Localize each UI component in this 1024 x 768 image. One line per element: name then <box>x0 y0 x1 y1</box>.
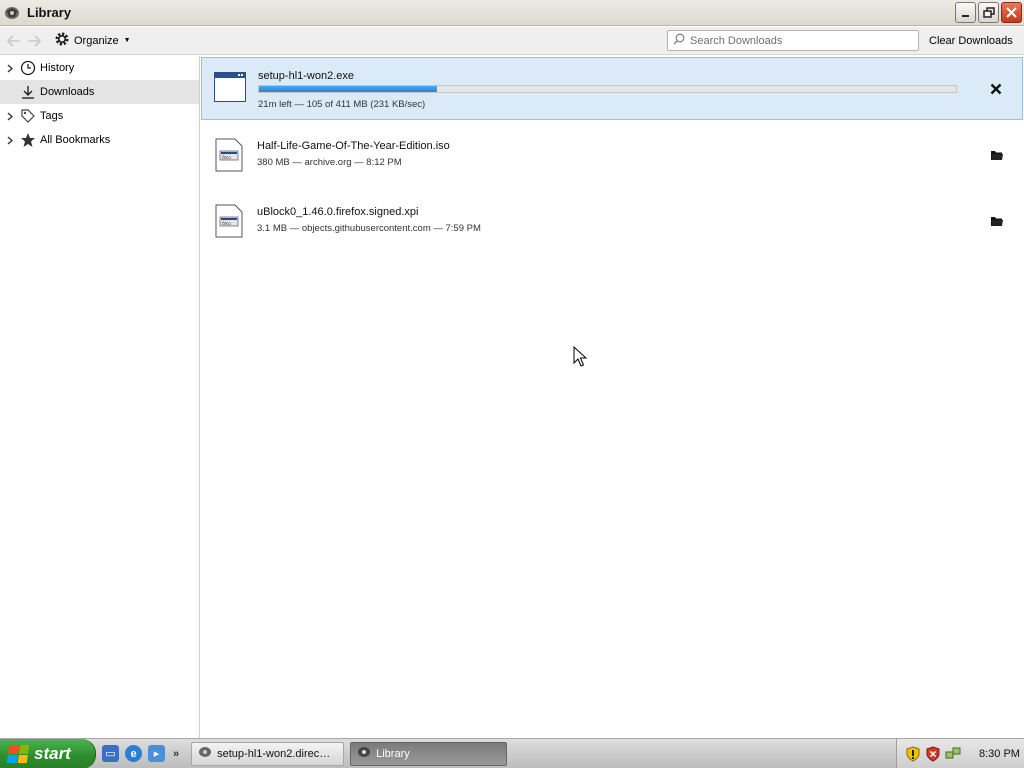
library-app-icon <box>357 745 371 762</box>
media-player-icon[interactable]: ▸ <box>148 745 165 762</box>
library-app-icon <box>3 4 21 22</box>
svg-text:ŏx⌂: ŏx⌂ <box>222 154 231 161</box>
expand-chevron-icon[interactable] <box>4 135 16 145</box>
download-status: 3.1 MB — objects.githubusercontent.com —… <box>257 223 481 234</box>
chevron-right-icon[interactable]: » <box>173 748 179 760</box>
download-filename: setup-hl1-won2.exe <box>258 70 355 82</box>
download-row[interactable]: ŏx⌂ Half-Life-Game-Of-The-Year-Edition.i… <box>201 122 1023 186</box>
gear-icon <box>54 31 70 50</box>
download-status: 380 MB — archive.org — 8:12 PM <box>257 157 402 168</box>
close-button[interactable] <box>1001 2 1022 23</box>
tag-icon <box>19 107 37 125</box>
sidebar-item-downloads[interactable]: Downloads <box>0 80 199 104</box>
downloads-list: setup-hl1-won2.exe 21m left — 105 of 411… <box>201 56 1024 738</box>
restore-button[interactable] <box>978 2 999 23</box>
clock: 8:30 PM <box>979 748 1020 760</box>
toolbar: Organize ▼ Clear Downloads <box>0 27 1024 55</box>
clear-downloads-button[interactable]: Clear Downloads <box>922 30 1020 51</box>
download-filename: Half-Life-Game-Of-The-Year-Edition.iso <box>257 140 450 152</box>
back-button[interactable] <box>4 31 24 51</box>
forward-button[interactable] <box>24 31 44 51</box>
show-desktop-icon[interactable]: ▭ <box>102 745 119 762</box>
window-title: Library <box>27 5 72 20</box>
security-alert-icon[interactable] <box>925 746 941 762</box>
clock-icon <box>19 59 37 77</box>
sidebar-item-history[interactable]: History <box>0 56 199 80</box>
taskbar-item-label: setup-hl1-won2.direc… <box>217 747 331 760</box>
folder-icon[interactable] <box>989 147 1005 163</box>
minimize-button[interactable] <box>955 2 976 23</box>
sidebar-item-label: Downloads <box>40 86 95 98</box>
taskbar-item-label: Library <box>376 747 410 760</box>
organize-label: Organize <box>74 34 119 47</box>
download-arrow-icon <box>19 83 37 101</box>
search-downloads-box[interactable] <box>667 30 919 51</box>
mouse-pointer-icon <box>573 345 588 371</box>
search-icon <box>673 33 685 48</box>
start-label: start <box>34 743 71 763</box>
folder-icon[interactable] <box>989 213 1005 229</box>
installer-app-icon <box>198 745 212 762</box>
sidebar-item-all-bookmarks[interactable]: All Bookmarks <box>0 128 199 152</box>
sidebar-item-tags[interactable]: Tags <box>0 104 199 128</box>
svg-text:ŏx⌂: ŏx⌂ <box>222 220 231 227</box>
executable-file-icon <box>214 72 246 105</box>
organize-menu-button[interactable]: Organize ▼ <box>54 31 131 50</box>
download-status: 21m left — 105 of 411 MB (231 KB/sec) <box>258 99 426 110</box>
library-sidebar: History Downloads Tags All Bookmarks <box>0 56 200 738</box>
search-input[interactable] <box>690 34 910 47</box>
taskbar: start ▭ e ▸ » setup-hl1-won2.direc… Libr… <box>0 738 1024 768</box>
sidebar-item-label: All Bookmarks <box>40 134 111 146</box>
title-bar[interactable]: Library <box>0 0 1024 26</box>
taskbar-item[interactable]: setup-hl1-won2.direc… <box>191 741 345 766</box>
security-shield-icon[interactable] <box>905 746 921 762</box>
internet-explorer-icon[interactable]: e <box>125 745 142 762</box>
windows-logo-icon <box>6 744 30 763</box>
dropdown-caret-icon: ▼ <box>123 37 131 44</box>
network-icon[interactable] <box>945 746 961 762</box>
quick-launch: ▭ e ▸ » <box>102 745 185 762</box>
progress-fill <box>259 86 437 92</box>
download-row[interactable]: ŏx⌂ uBlock0_1.46.0.firefox.signed.xpi 3.… <box>201 188 1023 252</box>
expand-chevron-icon[interactable] <box>4 63 16 73</box>
disc-image-file-icon: ŏx⌂ <box>215 138 243 175</box>
expand-chevron-icon[interactable] <box>4 111 16 121</box>
sidebar-item-label: History <box>40 62 75 74</box>
download-progress-bar <box>258 85 957 93</box>
start-button[interactable]: start <box>0 738 96 768</box>
download-filename: uBlock0_1.46.0.firefox.signed.xpi <box>257 206 419 218</box>
star-icon <box>19 131 37 149</box>
window-controls <box>955 2 1022 23</box>
download-row-active[interactable]: setup-hl1-won2.exe 21m left — 105 of 411… <box>201 57 1023 120</box>
taskbar-item-active[interactable]: Library <box>350 741 508 766</box>
xpi-file-icon: ŏx⌂ <box>215 204 243 241</box>
sidebar-item-label: Tags <box>40 110 64 122</box>
cancel-icon[interactable] <box>988 81 1004 97</box>
system-tray: 8:30 PM <box>896 739 1024 768</box>
